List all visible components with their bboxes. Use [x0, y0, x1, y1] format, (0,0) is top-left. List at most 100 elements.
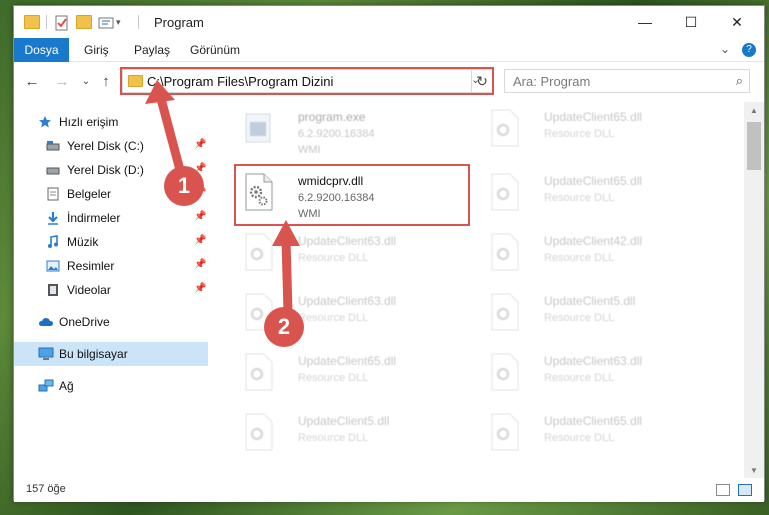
navigation-pane: Hızlı erişim Yerel Disk (C:) 📌 Yerel Dis… — [14, 102, 208, 478]
computer-icon — [38, 347, 54, 360]
sidebar-item-music[interactable]: Müzik 📌 — [14, 230, 208, 254]
scroll-down-icon[interactable]: ▼ — [744, 462, 764, 478]
music-icon — [48, 235, 58, 248]
help-icon[interactable]: ? — [742, 43, 756, 57]
sidebar-item-onedrive[interactable]: OneDrive — [14, 310, 208, 334]
dll-file-icon — [491, 173, 519, 211]
cloud-icon — [39, 318, 53, 326]
file-tile-updateclient63-dll[interactable]: UpdateClient63.dll Resource DLL — [480, 344, 720, 402]
file-tile-updateclient5-dll[interactable]: UpdateClient5.dll Resource DLL — [480, 284, 720, 342]
separator — [138, 15, 139, 29]
forward-button[interactable]: → — [52, 71, 72, 91]
file-description: Resource DLL — [298, 432, 369, 444]
exe-file-icon — [245, 113, 271, 143]
sidebar-item-downloads[interactable]: İndirmeler 📌 — [14, 206, 208, 230]
expand-ribbon-icon[interactable]: ⌄ — [720, 42, 730, 56]
recent-locations-button[interactable]: ⌄ — [76, 71, 96, 91]
maximize-button[interactable]: ☐ — [668, 6, 714, 38]
file-explorer-window: ▾ Program — ☐ ✕ Dosya Giriş Paylaş Görün… — [13, 5, 765, 502]
tab-home[interactable]: Giriş — [74, 38, 119, 62]
file-description: Resource DLL — [544, 252, 615, 264]
download-icon — [48, 212, 58, 225]
file-name: UpdateClient63.dll — [298, 294, 397, 308]
file-name: UpdateClient65.dll — [544, 110, 643, 124]
sidebar-item-label: Yerel Disk (C:) — [67, 139, 144, 153]
dll-file-icon — [245, 413, 273, 451]
back-button[interactable]: ← — [22, 71, 42, 91]
file-highlight-box — [234, 164, 470, 226]
dll-file-icon — [245, 353, 273, 391]
pin-icon[interactable]: 📌 — [194, 259, 206, 270]
dll-file-icon — [491, 233, 519, 271]
item-count: 157 öğe — [26, 483, 66, 495]
rename-icon[interactable] — [98, 15, 114, 29]
title-bar: ▾ Program — ☐ ✕ — [14, 6, 764, 38]
scroll-up-icon[interactable]: ▲ — [744, 102, 764, 118]
close-button[interactable]: ✕ — [714, 6, 760, 38]
file-name: UpdateClient42.dll — [544, 234, 643, 248]
sidebar-item-local-disk-c[interactable]: Yerel Disk (C:) 📌 — [14, 134, 208, 158]
new-folder-icon[interactable] — [76, 15, 92, 29]
properties-icon[interactable] — [54, 15, 70, 31]
pin-icon[interactable]: 📌 — [194, 235, 206, 246]
scroll-thumb[interactable] — [747, 122, 761, 170]
sidebar-item-label: Hızlı erişim — [59, 115, 119, 129]
file-tile-updateclient65-dll[interactable]: UpdateClient65.dll Resource DLL — [234, 344, 474, 402]
sidebar-item-label: Bu bilgisayar — [59, 347, 128, 361]
drive-icon — [46, 141, 60, 151]
pin-icon[interactable]: 📌 — [194, 211, 206, 222]
file-tile-program-exe[interactable]: program.exe 6.2.9200.16384 WMI — [234, 102, 474, 158]
step-2-marker: 2 — [264, 307, 304, 347]
refresh-button[interactable]: ↻ — [471, 69, 492, 93]
file-tile-updateclient63-dll[interactable]: UpdateClient63.dll Resource DLL — [234, 224, 474, 282]
sidebar-item-this-pc[interactable]: Bu bilgisayar — [14, 342, 208, 366]
window-title: Program — [154, 15, 204, 30]
tab-file[interactable]: Dosya — [14, 38, 69, 62]
pin-icon[interactable]: 📌 — [194, 283, 206, 294]
vertical-scrollbar[interactable]: ▲ ▼ — [744, 102, 764, 478]
status-bar: 157 öğe — [14, 480, 764, 502]
file-tile-updateclient65-dll[interactable]: UpdateClient65.dll Resource DLL — [480, 404, 720, 462]
document-icon — [47, 187, 59, 201]
sidebar-item-network[interactable]: Ağ — [14, 374, 208, 398]
customize-quick-access-icon[interactable]: ▾ — [116, 17, 132, 31]
network-icon — [38, 379, 54, 392]
folder-icon — [24, 15, 40, 29]
sidebar-item-label: İndirmeler — [67, 211, 121, 225]
file-name: program.exe — [298, 110, 366, 124]
tiles-view-icon[interactable] — [738, 484, 752, 496]
dll-file-icon — [491, 413, 519, 451]
sidebar-item-label: Videolar — [67, 283, 111, 297]
step-1-marker: 1 — [164, 166, 204, 206]
tab-share[interactable]: Paylaş — [124, 38, 180, 62]
search-placeholder: Ara: Program — [513, 74, 591, 89]
tab-view[interactable]: Görünüm — [180, 38, 250, 62]
file-name: UpdateClient5.dll — [298, 414, 390, 428]
pin-icon[interactable]: 📌 — [194, 139, 206, 150]
dll-file-icon — [245, 233, 273, 271]
details-view-icon[interactable] — [716, 484, 730, 496]
file-tile-updateclient65-dll[interactable]: UpdateClient65.dll Resource DLL — [480, 164, 720, 222]
sidebar-item-pictures[interactable]: Resimler 📌 — [14, 254, 208, 278]
file-tile-updateclient65-dll[interactable]: UpdateClient65.dll Resource DLL — [480, 102, 720, 158]
dll-file-icon — [491, 109, 519, 147]
file-description: Resource DLL — [544, 372, 615, 384]
file-name: UpdateClient5.dll — [544, 294, 636, 308]
file-description: Resource DLL — [298, 312, 369, 324]
search-input[interactable]: Ara: Program ⌕ — [504, 69, 750, 93]
sidebar-item-label: Resimler — [67, 259, 115, 273]
drive-icon — [46, 167, 60, 175]
file-tile-updateclient42-dll[interactable]: UpdateClient42.dll Resource DLL — [480, 224, 720, 282]
star-icon — [39, 116, 51, 128]
file-tile-updateclient5-dll[interactable]: UpdateClient5.dll Resource DLL — [234, 404, 474, 462]
sidebar-item-videos[interactable]: Videolar 📌 — [14, 278, 208, 302]
dll-file-icon — [491, 353, 519, 391]
sidebar-item-label: Yerel Disk (D:) — [67, 163, 144, 177]
up-button[interactable]: ↑ — [96, 71, 116, 91]
file-description: Resource DLL — [544, 432, 615, 444]
file-list: program.exe 6.2.9200.16384 WMI wmidcprv.… — [210, 102, 742, 478]
sidebar-item-quick-access[interactable]: Hızlı erişim — [14, 110, 208, 134]
file-version: 6.2.9200.16384 — [298, 128, 375, 140]
minimize-button[interactable]: — — [622, 6, 668, 38]
dll-file-icon — [491, 293, 519, 331]
